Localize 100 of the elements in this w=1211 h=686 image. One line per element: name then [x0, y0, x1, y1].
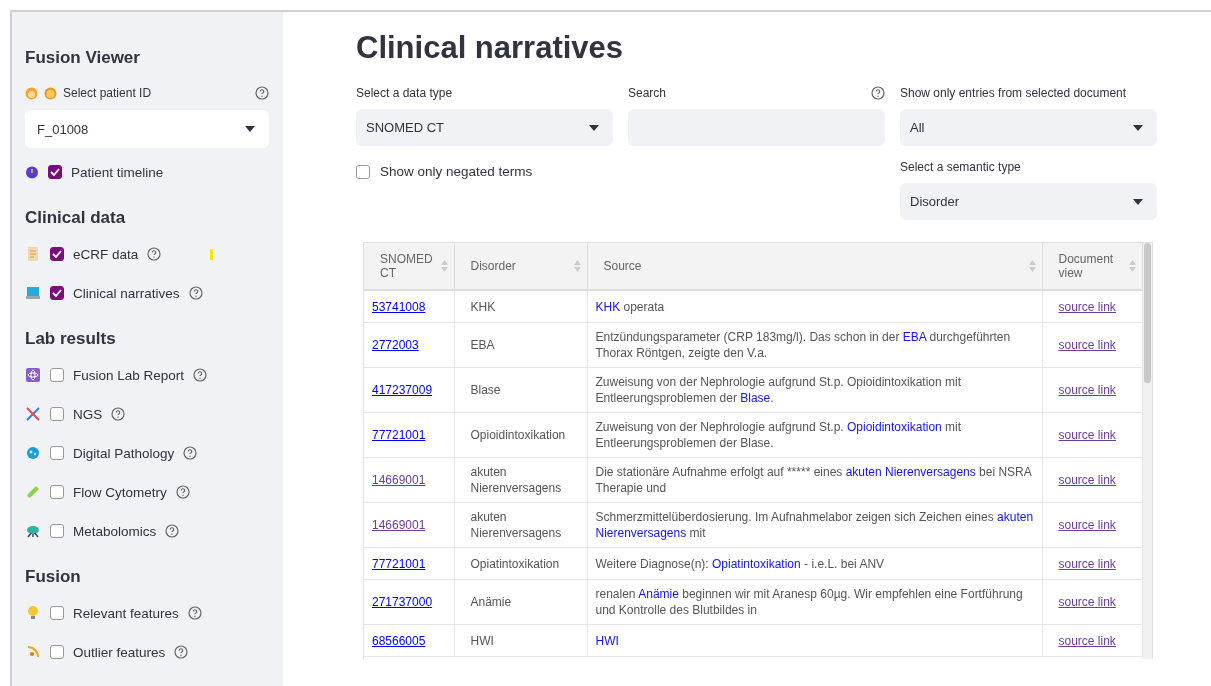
checkbox-label: Patient timeline — [71, 164, 164, 180]
source-link[interactable]: source link — [1058, 633, 1116, 648]
code-link[interactable]: 2772003 — [372, 338, 419, 352]
checkbox[interactable] — [50, 286, 64, 300]
help-icon[interactable] — [183, 446, 198, 460]
help-icon[interactable] — [111, 407, 126, 421]
app-title: Fusion Viewer — [25, 48, 141, 68]
data-type-select[interactable]: SNOMED CT — [356, 109, 613, 146]
column-header[interactable]: Document view — [1042, 243, 1142, 290]
checkbox-label: Show only negated terms — [380, 164, 533, 179]
table-cell: akuten Nierenversagens — [454, 457, 587, 503]
microbe-icon — [25, 445, 41, 461]
patient-select[interactable]: F_01008 — [25, 110, 269, 148]
source-link[interactable]: source link — [1058, 299, 1116, 314]
source-link[interactable]: source link — [1058, 383, 1116, 397]
source-text: Schmerzmittelüberdosierung. Im Aufnahmelabor zeigen sich Zeichen eines akuten Nierenversagens mit — [587, 502, 1042, 548]
help-icon[interactable] — [255, 86, 269, 100]
table-cell: KHK — [454, 290, 587, 323]
code-link[interactable]: 68566005 — [372, 633, 426, 648]
checkbox[interactable] — [50, 407, 64, 421]
document-select[interactable]: All — [900, 109, 1157, 146]
code-link[interactable]: 53741008 — [372, 299, 426, 314]
help-icon[interactable] — [174, 645, 189, 659]
source-text: Weitere Diagnose(n): Opiatintoxikation - i.e.L. bei ANV — [587, 547, 1042, 580]
code-link[interactable]: 14669001 — [372, 473, 426, 487]
checkbox-label: Metabolomics — [73, 523, 157, 539]
test-tube-icon — [25, 484, 41, 500]
checkbox-label: Outlier features — [73, 644, 166, 660]
checkbox[interactable] — [50, 446, 64, 460]
source-text: KHK operata — [587, 290, 1042, 323]
source-link[interactable]: source link — [1058, 473, 1116, 487]
checkbox[interactable] — [356, 164, 370, 179]
field-label: Search — [628, 86, 667, 100]
atom-icon — [25, 367, 41, 383]
checkbox-label: eCRF data — [73, 246, 139, 262]
semantic-type-select[interactable]: Disorder — [900, 183, 1157, 220]
source-text: Zuweisung von der Nephrologie aufgrund St.p. Opioidintoxikation mit Entleerungsproblemen der Blase. — [587, 367, 1042, 413]
help-icon[interactable] — [175, 485, 190, 499]
checkbox[interactable] — [50, 606, 64, 620]
checkbox-label: Relevant features — [73, 605, 179, 621]
sort-icon — [1128, 260, 1136, 272]
checkbox-label: Clinical narratives — [73, 285, 180, 301]
code-link[interactable]: 271737000 — [372, 595, 433, 609]
section-heading: Lab results — [25, 329, 117, 349]
source-text: renalen Anämie beginnen wir mit Aranesp 60µg. Wir empfehlen eine Fortführung und Kontrolle des Blutbildes in — [587, 579, 1042, 625]
source-link[interactable]: source link — [1058, 556, 1116, 571]
scrollbar[interactable] — [1143, 243, 1152, 659]
help-icon[interactable] — [165, 524, 180, 538]
help-icon[interactable] — [147, 247, 162, 261]
code-link[interactable]: 14669001 — [372, 518, 426, 532]
source-text: Entzündungsparameter (CRP 183mg/l). Das schon in der EBA durchgeführten Thorax Röntgen, zeigte den V.a. — [587, 322, 1042, 368]
table-cell: Opioidintoxikation — [454, 412, 587, 458]
source-link[interactable]: source link — [1058, 595, 1116, 609]
checkbox-label: NGS — [73, 406, 103, 422]
field-label: Select a semantic type — [900, 160, 1021, 174]
light-bulb-icon — [25, 605, 41, 621]
dna-icon — [25, 406, 41, 422]
code-link[interactable]: 77721001 — [372, 556, 426, 571]
highlight-mark — [210, 248, 214, 260]
section-heading: Fusion — [25, 567, 82, 587]
table-cell: akuten Nierenversagens — [454, 502, 587, 548]
table-cell: Anämie — [454, 579, 587, 625]
checkbox[interactable] — [50, 485, 64, 499]
source-link[interactable]: source link — [1058, 338, 1116, 352]
checkbox[interactable] — [50, 524, 64, 538]
checkbox[interactable] — [50, 247, 64, 261]
column-header[interactable]: Disorder — [454, 243, 587, 290]
table-cell: HWI — [454, 624, 587, 657]
field-label: Show only entries from selected document — [900, 86, 1127, 100]
table-cell: Blase — [454, 367, 587, 413]
checkbox-label: Fusion Lab Report — [73, 367, 185, 383]
caret-icon — [1133, 124, 1143, 131]
sort-icon — [573, 260, 581, 272]
help-icon[interactable] — [187, 606, 202, 620]
scroll-icon — [25, 246, 41, 262]
source-link[interactable]: source link — [1058, 518, 1116, 532]
sort-icon — [440, 260, 448, 272]
caret-icon — [245, 126, 255, 132]
column-header[interactable]: Source — [587, 243, 1042, 290]
help-icon[interactable] — [188, 286, 203, 300]
checkbox-label: Digital Pathology — [73, 445, 175, 461]
field-label: Select patient ID — [63, 86, 152, 100]
sort-icon — [1028, 260, 1036, 272]
caret-icon — [589, 124, 599, 131]
column-header[interactable]: SNOMED CT — [364, 243, 454, 290]
checkbox-label: Flow Cytometry — [73, 484, 167, 500]
caret-icon — [1133, 198, 1143, 205]
code-link[interactable]: 417237009 — [372, 383, 433, 397]
laptop-icon — [25, 285, 41, 301]
help-icon[interactable] — [193, 368, 208, 382]
source-link[interactable]: source link — [1058, 428, 1116, 442]
section-heading: Clinical data — [25, 208, 127, 228]
checkbox[interactable] — [50, 368, 64, 382]
source-text: HWI — [587, 624, 1042, 657]
help-icon[interactable] — [871, 86, 885, 100]
checkbox[interactable] — [48, 165, 62, 179]
field-label: Select a data type — [356, 86, 453, 100]
source-text: Die stationäre Aufnahme erfolgt auf ***** eines akuten Nierenversagens bei NSRA Therapie und — [587, 457, 1042, 503]
code-link[interactable]: 77721001 — [372, 428, 426, 442]
checkbox[interactable] — [50, 645, 64, 659]
